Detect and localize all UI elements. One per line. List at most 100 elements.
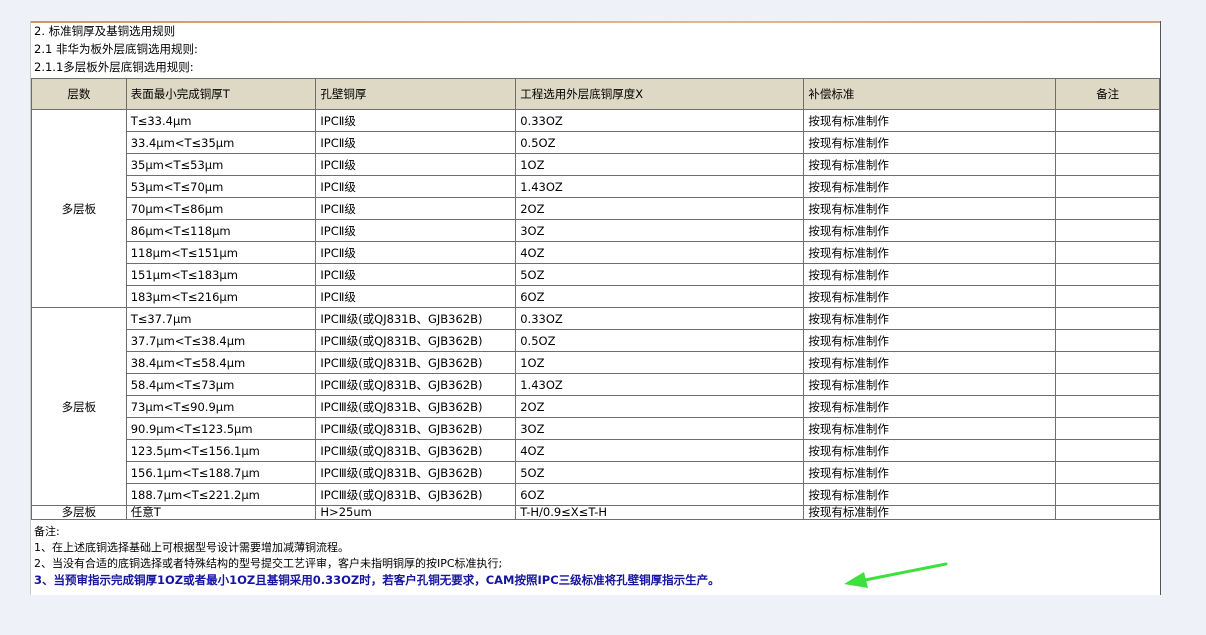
header-compensation[interactable]: 补偿标准 <box>803 78 1057 110</box>
cell-layer-type[interactable]: 多层板 <box>31 109 127 308</box>
cell-remarks[interactable] <box>1055 131 1160 154</box>
cell-base-copper[interactable]: 6OZ <box>515 483 805 506</box>
cell-remarks[interactable] <box>1055 373 1160 396</box>
cell-min-copper[interactable]: 任意T <box>125 505 317 520</box>
cell-hole-copper[interactable]: IPCⅢ级(或QJ831B、GJB362B) <box>315 439 517 462</box>
cell-min-copper[interactable]: 73μm<T≤90.9μm <box>125 395 317 418</box>
cell-min-copper[interactable]: 70μm<T≤86μm <box>125 197 317 220</box>
cell-base-copper[interactable]: 4OZ <box>515 241 805 264</box>
cell-hole-copper[interactable]: IPCⅡ级 <box>315 109 517 132</box>
cell-hole-copper[interactable]: IPCⅢ级(或QJ831B、GJB362B) <box>315 461 517 484</box>
cell-remarks[interactable] <box>1055 461 1160 484</box>
cell-hole-copper[interactable]: IPCⅢ级(或QJ831B、GJB362B) <box>315 307 517 330</box>
cell-remarks[interactable] <box>1055 395 1160 418</box>
header-base-copper[interactable]: 工程选用外层底铜厚度X <box>515 78 805 110</box>
cell-hole-copper[interactable]: IPCⅢ级(或QJ831B、GJB362B) <box>315 351 517 374</box>
cell-min-copper[interactable]: 156.1μm<T≤188.7μm <box>125 461 317 484</box>
cell-remarks[interactable] <box>1055 153 1160 176</box>
cell-compensation[interactable]: 按现有标准制作 <box>803 263 1057 286</box>
cell-compensation[interactable]: 按现有标准制作 <box>803 417 1057 440</box>
cell-compensation[interactable]: 按现有标准制作 <box>803 505 1057 520</box>
cell-compensation[interactable]: 按现有标准制作 <box>803 461 1057 484</box>
cell-base-copper[interactable]: 3OZ <box>515 417 805 440</box>
cell-min-copper[interactable]: 151μm<T≤183μm <box>125 263 317 286</box>
cell-min-copper[interactable]: 90.9μm<T≤123.5μm <box>125 417 317 440</box>
cell-min-copper[interactable]: 58.4μm<T≤73μm <box>125 373 317 396</box>
cell-compensation[interactable]: 按现有标准制作 <box>803 131 1057 154</box>
cell-min-copper[interactable]: 123.5μm<T≤156.1μm <box>125 439 317 462</box>
cell-remarks[interactable] <box>1055 351 1160 374</box>
cell-compensation[interactable]: 按现有标准制作 <box>803 395 1057 418</box>
cell-base-copper[interactable]: 0.33OZ <box>515 109 805 132</box>
cell-base-copper[interactable]: 0.5OZ <box>515 329 805 352</box>
cell-min-copper[interactable]: T≤37.7μm <box>125 307 317 330</box>
header-hole-copper[interactable]: 孔壁铜厚 <box>315 78 517 110</box>
cell-hole-copper[interactable]: H>25um <box>315 505 517 520</box>
cell-layer-type[interactable]: 多层板 <box>31 505 127 520</box>
cell-hole-copper[interactable]: IPCⅢ级(或QJ831B、GJB362B) <box>315 373 517 396</box>
cell-hole-copper[interactable]: IPCⅢ级(或QJ831B、GJB362B) <box>315 417 517 440</box>
cell-remarks[interactable] <box>1055 505 1160 520</box>
cell-compensation[interactable]: 按现有标准制作 <box>803 439 1057 462</box>
cell-base-copper[interactable]: 6OZ <box>515 285 805 308</box>
cell-hole-copper[interactable]: IPCⅢ级(或QJ831B、GJB362B) <box>315 395 517 418</box>
cell-remarks[interactable] <box>1055 219 1160 242</box>
cell-hole-copper[interactable]: IPCⅡ级 <box>315 263 517 286</box>
cell-compensation[interactable]: 按现有标准制作 <box>803 175 1057 198</box>
cell-base-copper[interactable]: 4OZ <box>515 439 805 462</box>
cell-compensation[interactable]: 按现有标准制作 <box>803 483 1057 506</box>
cell-base-copper[interactable]: 0.33OZ <box>515 307 805 330</box>
cell-min-copper[interactable]: 37.7μm<T≤38.4μm <box>125 329 317 352</box>
cell-compensation[interactable]: 按现有标准制作 <box>803 197 1057 220</box>
cell-hole-copper[interactable]: IPCⅡ级 <box>315 241 517 264</box>
cell-remarks[interactable] <box>1055 175 1160 198</box>
cell-compensation[interactable]: 按现有标准制作 <box>803 373 1057 396</box>
header-layers[interactable]: 层数 <box>31 78 127 110</box>
cell-min-copper[interactable]: 53μm<T≤70μm <box>125 175 317 198</box>
cell-min-copper[interactable]: 38.4μm<T≤58.4μm <box>125 351 317 374</box>
cell-remarks[interactable] <box>1055 439 1160 462</box>
cell-remarks[interactable] <box>1055 197 1160 220</box>
cell-remarks[interactable] <box>1055 329 1160 352</box>
cell-base-copper[interactable]: 5OZ <box>515 461 805 484</box>
cell-base-copper[interactable]: 2OZ <box>515 395 805 418</box>
cell-base-copper[interactable]: 3OZ <box>515 219 805 242</box>
cell-base-copper[interactable]: 5OZ <box>515 263 805 286</box>
cell-hole-copper[interactable]: IPCⅡ级 <box>315 153 517 176</box>
cell-remarks[interactable] <box>1055 241 1160 264</box>
cell-base-copper[interactable]: T-H/0.9≤X≤T-H <box>515 505 805 520</box>
cell-compensation[interactable]: 按现有标准制作 <box>803 153 1057 176</box>
cell-min-copper[interactable]: 33.4μm<T≤35μm <box>125 131 317 154</box>
header-remarks[interactable]: 备注 <box>1055 78 1160 110</box>
cell-min-copper[interactable]: 35μm<T≤53μm <box>125 153 317 176</box>
cell-base-copper[interactable]: 1OZ <box>515 153 805 176</box>
cell-hole-copper[interactable]: IPCⅡ级 <box>315 175 517 198</box>
cell-hole-copper[interactable]: IPCⅢ级(或QJ831B、GJB362B) <box>315 329 517 352</box>
cell-base-copper[interactable]: 1.43OZ <box>515 175 805 198</box>
cell-min-copper[interactable]: 188.7μm<T≤221.2μm <box>125 483 317 506</box>
cell-hole-copper[interactable]: IPCⅡ级 <box>315 285 517 308</box>
cell-min-copper[interactable]: 183μm<T≤216μm <box>125 285 317 308</box>
header-min-copper[interactable]: 表面最小完成铜厚T <box>125 78 317 110</box>
cell-base-copper[interactable]: 2OZ <box>515 197 805 220</box>
cell-hole-copper[interactable]: IPCⅢ级(或QJ831B、GJB362B) <box>315 483 517 506</box>
cell-compensation[interactable]: 按现有标准制作 <box>803 219 1057 242</box>
cell-hole-copper[interactable]: IPCⅡ级 <box>315 131 517 154</box>
cell-hole-copper[interactable]: IPCⅡ级 <box>315 219 517 242</box>
cell-compensation[interactable]: 按现有标准制作 <box>803 285 1057 308</box>
cell-compensation[interactable]: 按现有标准制作 <box>803 307 1057 330</box>
cell-base-copper[interactable]: 0.5OZ <box>515 131 805 154</box>
cell-min-copper[interactable]: 86μm<T≤118μm <box>125 219 317 242</box>
cell-remarks[interactable] <box>1055 285 1160 308</box>
cell-min-copper[interactable]: T≤33.4μm <box>125 109 317 132</box>
cell-base-copper[interactable]: 1OZ <box>515 351 805 374</box>
cell-compensation[interactable]: 按现有标准制作 <box>803 241 1057 264</box>
cell-base-copper[interactable]: 1.43OZ <box>515 373 805 396</box>
cell-layer-type[interactable]: 多层板 <box>31 307 127 506</box>
cell-remarks[interactable] <box>1055 483 1160 506</box>
cell-remarks[interactable] <box>1055 307 1160 330</box>
cell-compensation[interactable]: 按现有标准制作 <box>803 109 1057 132</box>
cell-compensation[interactable]: 按现有标准制作 <box>803 329 1057 352</box>
cell-remarks[interactable] <box>1055 417 1160 440</box>
cell-hole-copper[interactable]: IPCⅡ级 <box>315 197 517 220</box>
